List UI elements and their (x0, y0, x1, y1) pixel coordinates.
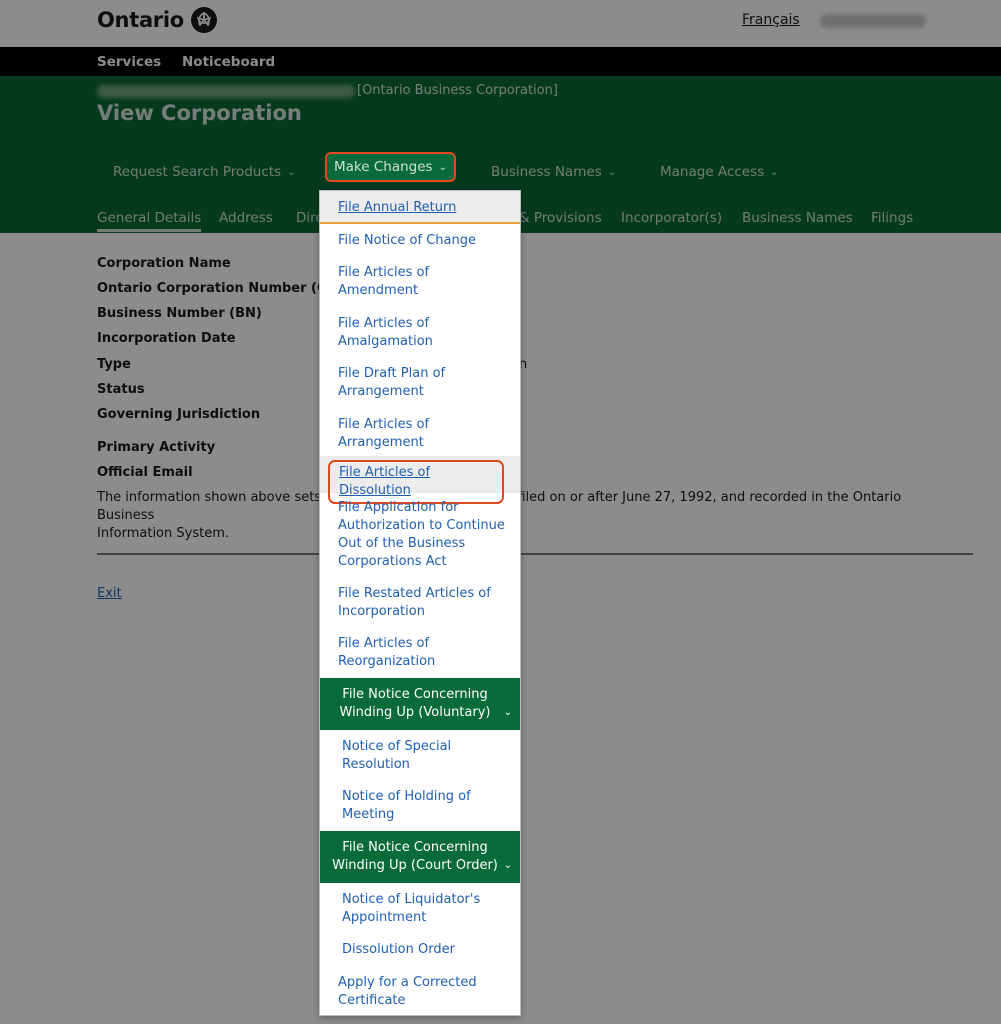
dd-file-annual-return[interactable]: File Annual Return (320, 191, 520, 224)
dd-file-articles-of-arrangement[interactable]: File Articles of Arrangement (338, 416, 508, 452)
dd-file-notice-of-change[interactable]: File Notice of Change (338, 232, 508, 250)
dd-file-restated-articles[interactable]: File Restated Articles of Incorporation (338, 585, 508, 621)
menu-label: Make Changes (334, 159, 433, 175)
dd-file-articles-of-amendment[interactable]: File Articles of Amendment (338, 264, 508, 300)
dd-notice-of-special-resolution[interactable]: Notice of Special Resolution (342, 738, 512, 774)
dd-notice-of-liquidators-appointment[interactable]: Notice of Liquidator's Appointment (342, 891, 512, 927)
dd-file-application-authorization-continue[interactable]: File Application for Authorization to Co… (338, 499, 508, 571)
dd-group-label: File Notice Concerning Winding Up (Volun… (339, 687, 491, 720)
chevron-down-icon: ⌄ (503, 860, 512, 871)
dd-file-draft-plan-of-arrangement[interactable]: File Draft Plan of Arrangement (338, 365, 508, 401)
dd-item-label: File Annual Return (338, 200, 457, 215)
dd-group-winding-up-court-order[interactable]: File Notice Concerning Winding Up (Court… (320, 831, 520, 883)
dd-file-articles-of-dissolution[interactable]: File Articles of Dissolution (328, 460, 504, 504)
dd-group-winding-up-voluntary[interactable]: File Notice Concerning Winding Up (Volun… (320, 678, 520, 730)
dd-group-label: File Notice Concerning Winding Up (Court… (332, 840, 498, 873)
dd-file-articles-of-reorganization[interactable]: File Articles of Reorganization (338, 635, 508, 671)
dd-notice-of-holding-of-meeting[interactable]: Notice of Holding of Meeting (342, 788, 512, 824)
chevron-down-icon: ⌄ (503, 707, 512, 718)
chevron-down-icon: ⌄ (438, 161, 447, 173)
menu-make-changes-open[interactable]: Make Changes ⌄ (325, 152, 456, 182)
dd-dissolution-order[interactable]: Dissolution Order (342, 941, 512, 959)
dd-apply-corrected-certificate[interactable]: Apply for a Corrected Certificate (338, 974, 508, 1010)
make-changes-dropdown: File Annual Return File Notice of Change… (319, 190, 521, 1016)
dd-file-articles-of-amalgamation[interactable]: File Articles of Amalgamation (338, 315, 508, 351)
